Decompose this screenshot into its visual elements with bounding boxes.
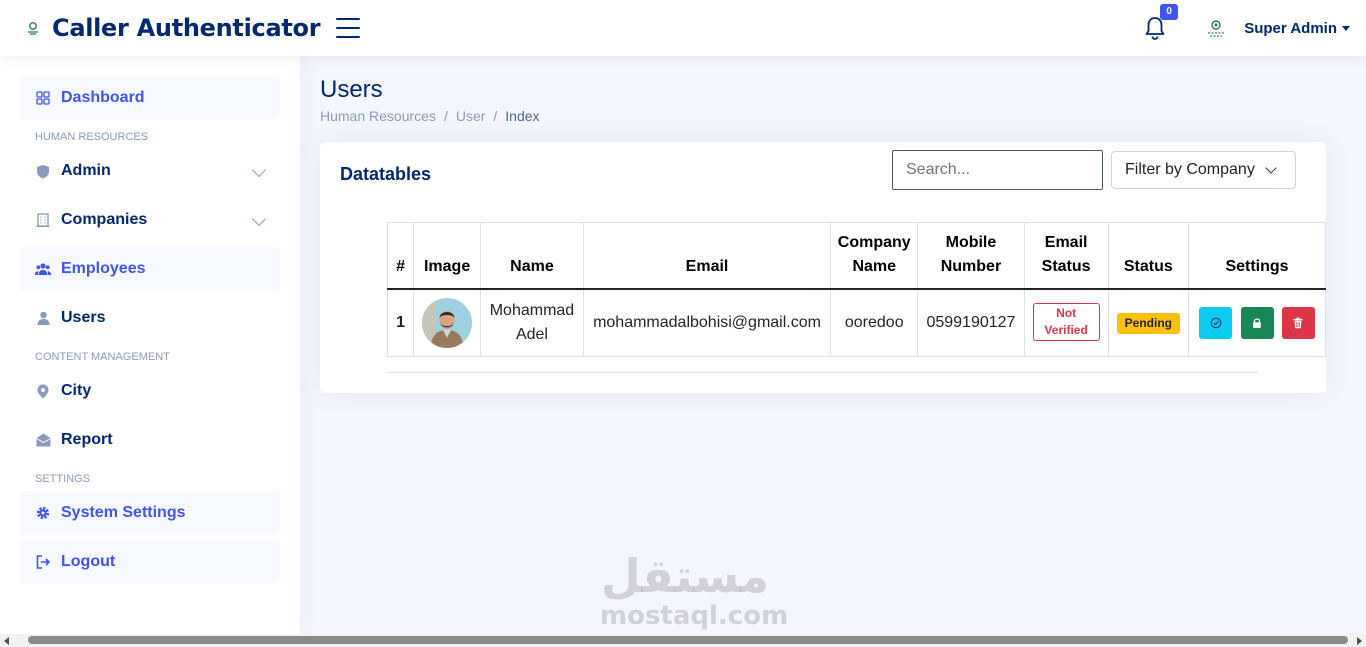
status-badge: Pending [1116,312,1180,334]
row-email: mohammadalbohisi@gmail.com [582,288,832,357]
logo-icon [24,19,42,37]
row-mobile: 0599190127 [917,288,1025,357]
sidebar-item-label: Admin [61,162,111,179]
person-icon [35,310,51,326]
row-image-cell [413,288,482,357]
column-header[interactable]: Name [480,222,584,290]
sidebar-item-users[interactable]: Users [20,296,280,340]
caret-down-icon [1342,25,1350,31]
scroll-right-icon[interactable] [1357,637,1362,645]
row-name: Mohammad Adel [480,288,584,357]
logout-icon [35,554,51,570]
menu-toggle-icon[interactable] [336,18,361,38]
table-row: 1 Mohammad Adel mohammadalbohisi@gmail.c… [386,288,1326,357]
card-title: Datatables [340,164,432,184]
chevron-down-icon [1265,162,1277,174]
row-status-cell: Pending [1107,288,1190,357]
check-circle-icon [1210,317,1221,329]
sidebar-item-label: Users [61,309,106,326]
profile-dropdown[interactable]: Super Admin [1204,16,1350,40]
delete-button[interactable] [1281,306,1315,339]
column-header[interactable]: Image [413,222,482,290]
column-header[interactable]: Email Status [1023,222,1109,290]
row-settings-cell [1188,288,1326,357]
lock-button[interactable] [1240,306,1274,339]
column-header[interactable]: Status [1107,222,1190,290]
filter-company-select[interactable]: Filter by Company [1111,151,1296,189]
page-title: Users [320,76,383,103]
breadcrumb-separator: / [443,108,448,124]
scrollbar-thumb[interactable] [28,636,1348,644]
sidebar-item-report[interactable]: Report [20,418,280,462]
sidebar-item-label: Dashboard [61,89,145,106]
profile-avatar-icon [1204,16,1228,40]
sidebar-item-label: System Settings [61,504,186,521]
row-company: ooredoo [830,288,919,357]
sidebar-item-label: Report [61,431,113,448]
row-email-status-cell: Not Verified [1023,288,1109,357]
search-input[interactable] [892,150,1103,190]
sidebar-item-label: Companies [61,211,148,228]
app-title: Caller Authenticator [52,14,321,42]
sidebar: Dashboard HUMAN RESOURCES Admin Companie… [0,56,300,634]
nav-heading-human-resources: HUMAN RESOURCES [35,131,149,143]
watermark-arabic: مستقل [600,549,770,603]
sidebar-item-label: Logout [61,553,116,570]
location-pin-icon [35,383,51,399]
watermark: مستقل mostaql.com [600,549,789,631]
breadcrumb-item[interactable]: Human Resources [320,108,436,124]
breadcrumb: Human Resources / User / Index [320,108,540,124]
sidebar-item-admin[interactable]: Admin [20,149,280,193]
column-header[interactable]: Email [582,222,832,290]
sidebar-item-employees[interactable]: Employees [20,247,280,291]
lock-icon [1253,318,1261,328]
column-header[interactable]: Mobile Number [917,222,1025,290]
sidebar-item-city[interactable]: City [20,369,280,413]
table-divider [387,372,1259,373]
people-icon [35,261,51,277]
sidebar-item-label: Employees [61,260,146,277]
top-header: Caller Authenticator 0 Super Admin [0,0,1366,56]
watermark-latin: mostaql.com [600,601,789,631]
profile-name: Super Admin [1244,19,1337,37]
breadcrumb-separator: / [493,108,498,124]
datatable-card: Datatables Filter by Company # Image Nam… [320,142,1326,393]
verify-button[interactable] [1199,306,1233,339]
column-header[interactable]: Company Name [830,222,919,290]
email-status-badge: Not Verified [1032,303,1100,342]
table-header-row: # Image Name Email Company Name Mobile N… [386,222,1326,290]
user-avatar[interactable] [422,297,473,348]
row-number: 1 [386,288,415,357]
notifications-bell-icon[interactable]: 0 [1144,4,1179,40]
column-header[interactable]: Settings [1188,222,1326,290]
notification-count-badge: 0 [1160,4,1179,20]
chevron-down-icon [251,162,267,178]
scroll-left-icon[interactable] [4,637,9,645]
column-header[interactable]: # [386,222,415,290]
trash-icon [1293,317,1303,328]
nav-heading-content-management: CONTENT MANAGEMENT [35,351,170,363]
shield-icon [35,163,51,179]
users-table: # Image Name Email Company Name Mobile N… [386,222,1326,357]
sidebar-item-dashboard[interactable]: Dashboard [20,76,280,120]
app-logo[interactable]: Caller Authenticator [24,14,321,42]
breadcrumb-item[interactable]: User [456,108,486,124]
sidebar-item-system-settings[interactable]: System Settings [20,491,280,535]
sidebar-item-label: City [61,382,92,399]
building-icon [35,212,51,228]
breadcrumb-current: Index [505,108,540,124]
gear-icon [35,505,51,521]
grid-icon [35,90,51,106]
filter-label: Filter by Company [1125,161,1255,178]
sidebar-item-logout[interactable]: Logout [20,540,280,584]
envelope-open-icon [35,432,51,448]
nav-heading-settings: SETTINGS [35,473,91,485]
chevron-down-icon [251,211,267,227]
sidebar-item-companies[interactable]: Companies [20,198,280,242]
horizontal-scrollbar[interactable] [0,634,1366,647]
